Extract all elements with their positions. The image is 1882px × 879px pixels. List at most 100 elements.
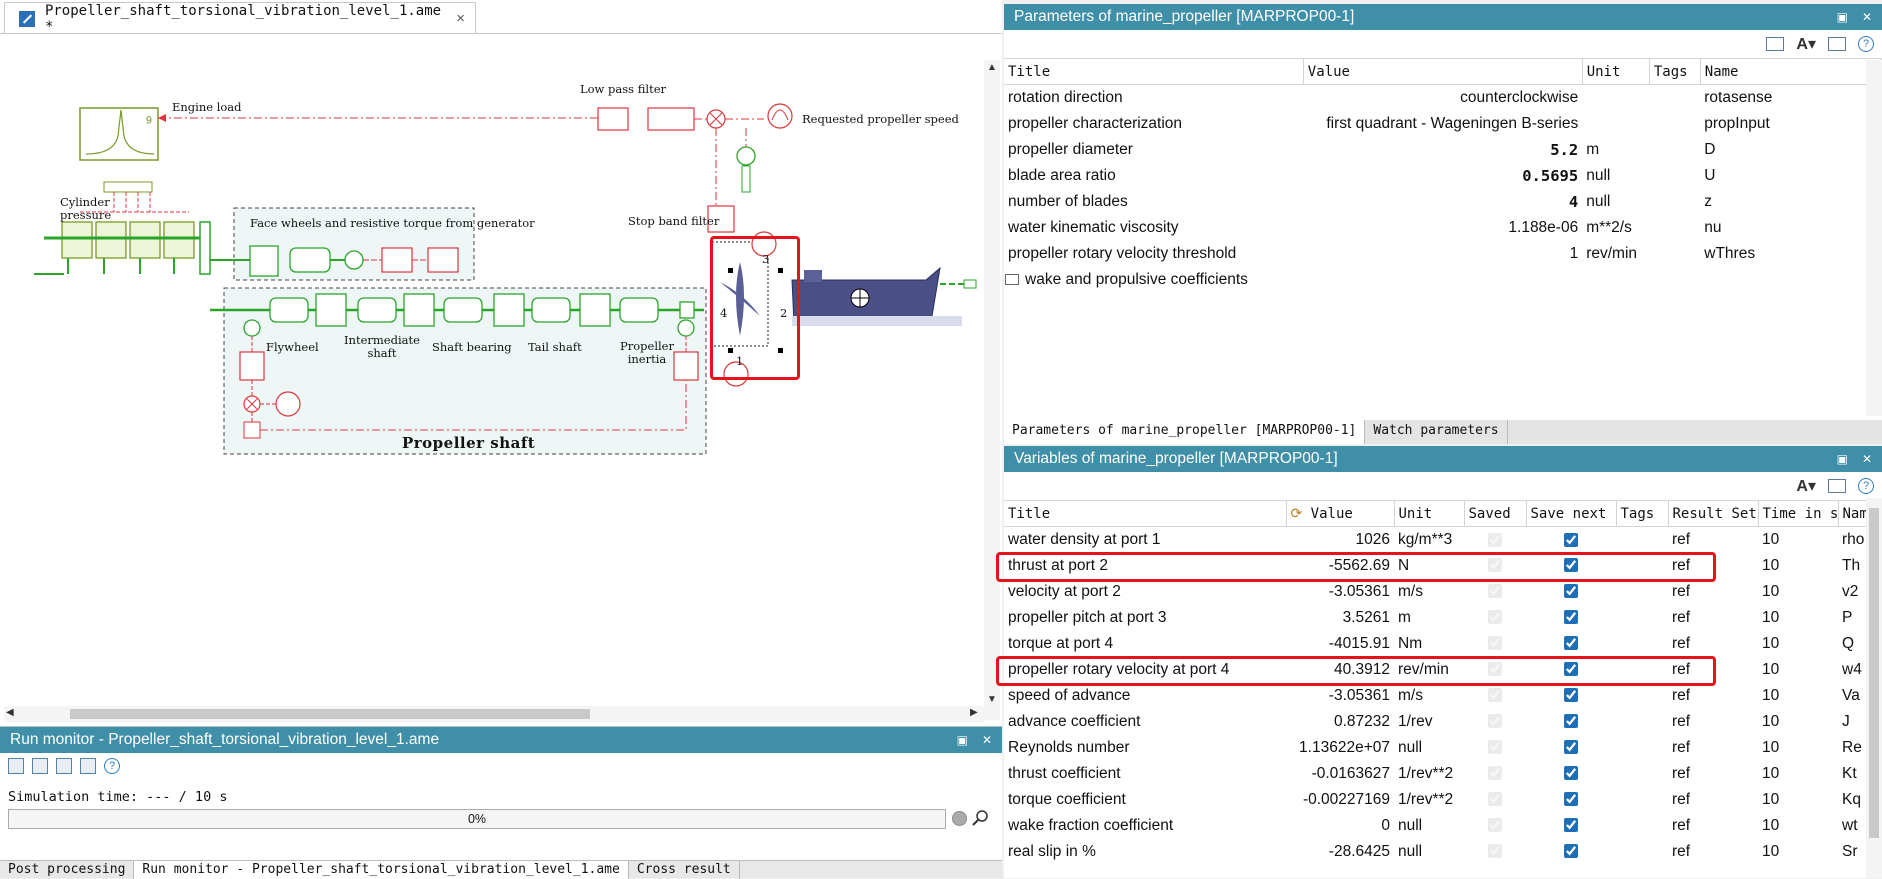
save-next-checkbox[interactable]: [1564, 740, 1578, 755]
canvas-horizontal-scrollbar[interactable]: ◀ ▶: [4, 706, 984, 722]
save-next-checkbox[interactable]: [1564, 688, 1578, 703]
layout-icon[interactable]: [1766, 37, 1785, 51]
var-save-next[interactable]: [1526, 839, 1616, 865]
col-unit[interactable]: Unit: [1582, 58, 1650, 85]
col-tags[interactable]: Tags: [1649, 58, 1701, 85]
close-icon[interactable]: ✕: [982, 733, 992, 747]
close-tab-icon[interactable]: ×: [456, 10, 465, 27]
document-tab[interactable]: Propeller_shaft_torsional_vibration_leve…: [4, 2, 476, 35]
param-value[interactable]: first quadrant - Wageningen B-series: [1303, 111, 1582, 137]
save-next-checkbox[interactable]: [1564, 610, 1578, 625]
param-value[interactable]: 1.188e-06: [1303, 215, 1582, 241]
close-icon[interactable]: ✕: [1862, 10, 1872, 24]
export-dropdown-icon[interactable]: [1828, 37, 1846, 51]
variable-row[interactable]: velocity at port 2 -3.05361 m/s ref 10 v2: [1004, 579, 1882, 605]
save-next-checkbox[interactable]: [1564, 558, 1578, 573]
variable-row[interactable]: advance coefficient 0.87232 1/rev ref 10 J: [1004, 709, 1882, 735]
variable-row[interactable]: torque coefficient -0.00227169 1/rev**2 ref…: [1004, 787, 1882, 813]
canvas-horizontal-scroll-thumb[interactable]: [70, 709, 590, 719]
param-value[interactable]: 0.5695: [1303, 163, 1582, 189]
variable-row[interactable]: torque at port 4 -4015.91 Nm ref 10 Q: [1004, 631, 1882, 657]
save-next-checkbox[interactable]: [1564, 662, 1578, 677]
tab-cross-result[interactable]: Cross result: [629, 861, 740, 879]
variables-scroll-thumb[interactable]: [1869, 508, 1879, 838]
run-icon[interactable]: [32, 758, 48, 774]
col-name[interactable]: Name: [1700, 58, 1882, 85]
tab-parameters[interactable]: Parameters of marine_propeller [MARPROP0…: [1004, 420, 1366, 444]
col-saved[interactable]: Saved: [1464, 500, 1527, 527]
parameter-row[interactable]: blade area ratio 0.5695 null U: [1004, 163, 1882, 189]
close-icon[interactable]: ✕: [1862, 452, 1872, 466]
variable-row[interactable]: thrust coefficient -0.0163627 1/rev**2 ref 1…: [1004, 761, 1882, 787]
col-title[interactable]: Title: [1004, 58, 1304, 85]
help-icon[interactable]: ?: [1858, 36, 1874, 52]
parameters-scrollbar[interactable]: [1866, 60, 1882, 416]
col-value[interactable]: Value: [1303, 58, 1583, 85]
export-dropdown-icon[interactable]: [1828, 479, 1846, 493]
tab-post-processing[interactable]: Post processing: [0, 861, 135, 879]
variable-row[interactable]: speed of advance -3.05361 m/s ref 10 Va: [1004, 683, 1882, 709]
variable-row[interactable]: water density at port 1 1026 kg/m**3 ref 10 r…: [1004, 527, 1882, 553]
param-value[interactable]: 5.2: [1303, 137, 1582, 163]
save-next-checkbox[interactable]: [1564, 714, 1578, 729]
parameter-row[interactable]: number of blades 4 null z: [1004, 189, 1882, 215]
col-save-next[interactable]: Save next: [1526, 500, 1617, 527]
col-time[interactable]: Time in s: [1758, 500, 1839, 527]
col-value[interactable]: ⟳ Value: [1286, 500, 1395, 527]
parameter-group-row[interactable]: ▸wake and propulsive coefficients: [1004, 267, 1882, 293]
search-icon[interactable]: [972, 809, 990, 827]
parameter-row[interactable]: propeller diameter 5.2 m D: [1004, 137, 1882, 163]
col-unit[interactable]: Unit: [1394, 500, 1465, 527]
var-save-next[interactable]: [1526, 813, 1616, 839]
maximize-icon[interactable]: ▣: [957, 733, 968, 747]
save-next-checkbox[interactable]: [1564, 792, 1578, 807]
variables-scrollbar[interactable]: [1866, 498, 1882, 878]
var-save-next[interactable]: [1526, 709, 1616, 735]
parameter-row[interactable]: propeller rotary velocity threshold 1 rev/…: [1004, 241, 1882, 267]
parameter-row[interactable]: propeller characterization first quadrant…: [1004, 111, 1882, 137]
maximize-icon[interactable]: ▣: [1837, 452, 1848, 466]
col-title[interactable]: Title: [1004, 500, 1287, 527]
param-value[interactable]: counterclockwise: [1303, 85, 1582, 111]
variable-row[interactable]: thrust at port 2 -5562.69 Nref 10 Th: [1004, 553, 1882, 579]
settings-dropdown-icon[interactable]: [80, 758, 96, 774]
col-result-set[interactable]: Result Set: [1668, 500, 1759, 527]
variable-row[interactable]: Reynolds number 1.13622e+07 null ref 10 Re: [1004, 735, 1882, 761]
help-icon[interactable]: ?: [1858, 478, 1874, 494]
variable-row[interactable]: wake fraction coefficient 0 null ref 10 wt: [1004, 813, 1882, 839]
var-save-next[interactable]: [1526, 579, 1616, 605]
param-value[interactable]: 4: [1303, 189, 1582, 215]
tab-run-monitor[interactable]: Run monitor - Propeller_shaft_torsional_…: [134, 861, 629, 879]
var-save-next[interactable]: [1526, 657, 1616, 683]
font-dropdown-icon[interactable]: A▾: [1796, 34, 1816, 54]
save-next-checkbox[interactable]: [1564, 818, 1578, 833]
col-tags[interactable]: Tags: [1616, 500, 1669, 527]
variable-row[interactable]: real slip in % -28.6425 null ref 10 Sr: [1004, 839, 1882, 865]
save-next-checkbox[interactable]: [1564, 584, 1578, 599]
save-next-checkbox[interactable]: [1564, 636, 1578, 651]
var-save-next[interactable]: [1526, 735, 1616, 761]
param-value[interactable]: 1: [1303, 241, 1582, 267]
help-icon[interactable]: ?: [104, 758, 120, 774]
param-group[interactable]: ▸wake and propulsive coefficients: [1004, 267, 1882, 293]
var-save-next[interactable]: [1526, 761, 1616, 787]
tab-watch-parameters[interactable]: Watch parameters: [1365, 420, 1508, 444]
sketch-canvas[interactable]: 6 Engine load Low pass filter Requested …: [4, 36, 984, 722]
parameter-row[interactable]: rotation direction counterclockwise rotase…: [1004, 85, 1882, 111]
save-next-checkbox[interactable]: [1564, 532, 1578, 547]
monitor-icon[interactable]: [8, 758, 24, 774]
var-save-next[interactable]: [1526, 683, 1616, 709]
canvas-vertical-scrollbar[interactable]: ▲ ▼: [984, 60, 1000, 720]
variable-row[interactable]: propeller rotary velocity at port 4 40.39…: [1004, 657, 1882, 683]
font-dropdown-icon[interactable]: A▾: [1796, 476, 1816, 496]
var-save-next[interactable]: [1526, 605, 1616, 631]
var-save-next[interactable]: [1526, 787, 1616, 813]
maximize-icon[interactable]: ▣: [1837, 10, 1848, 24]
var-save-next[interactable]: [1526, 631, 1616, 657]
var-save-next[interactable]: [1526, 553, 1616, 579]
save-next-checkbox[interactable]: [1564, 844, 1578, 859]
variable-row[interactable]: propeller pitch at port 3 3.5261 m ref 10 P: [1004, 605, 1882, 631]
save-next-checkbox[interactable]: [1564, 766, 1578, 781]
parameter-row[interactable]: water kinematic viscosity 1.188e-06 m**2/s…: [1004, 215, 1882, 241]
var-save-next[interactable]: [1526, 527, 1616, 553]
